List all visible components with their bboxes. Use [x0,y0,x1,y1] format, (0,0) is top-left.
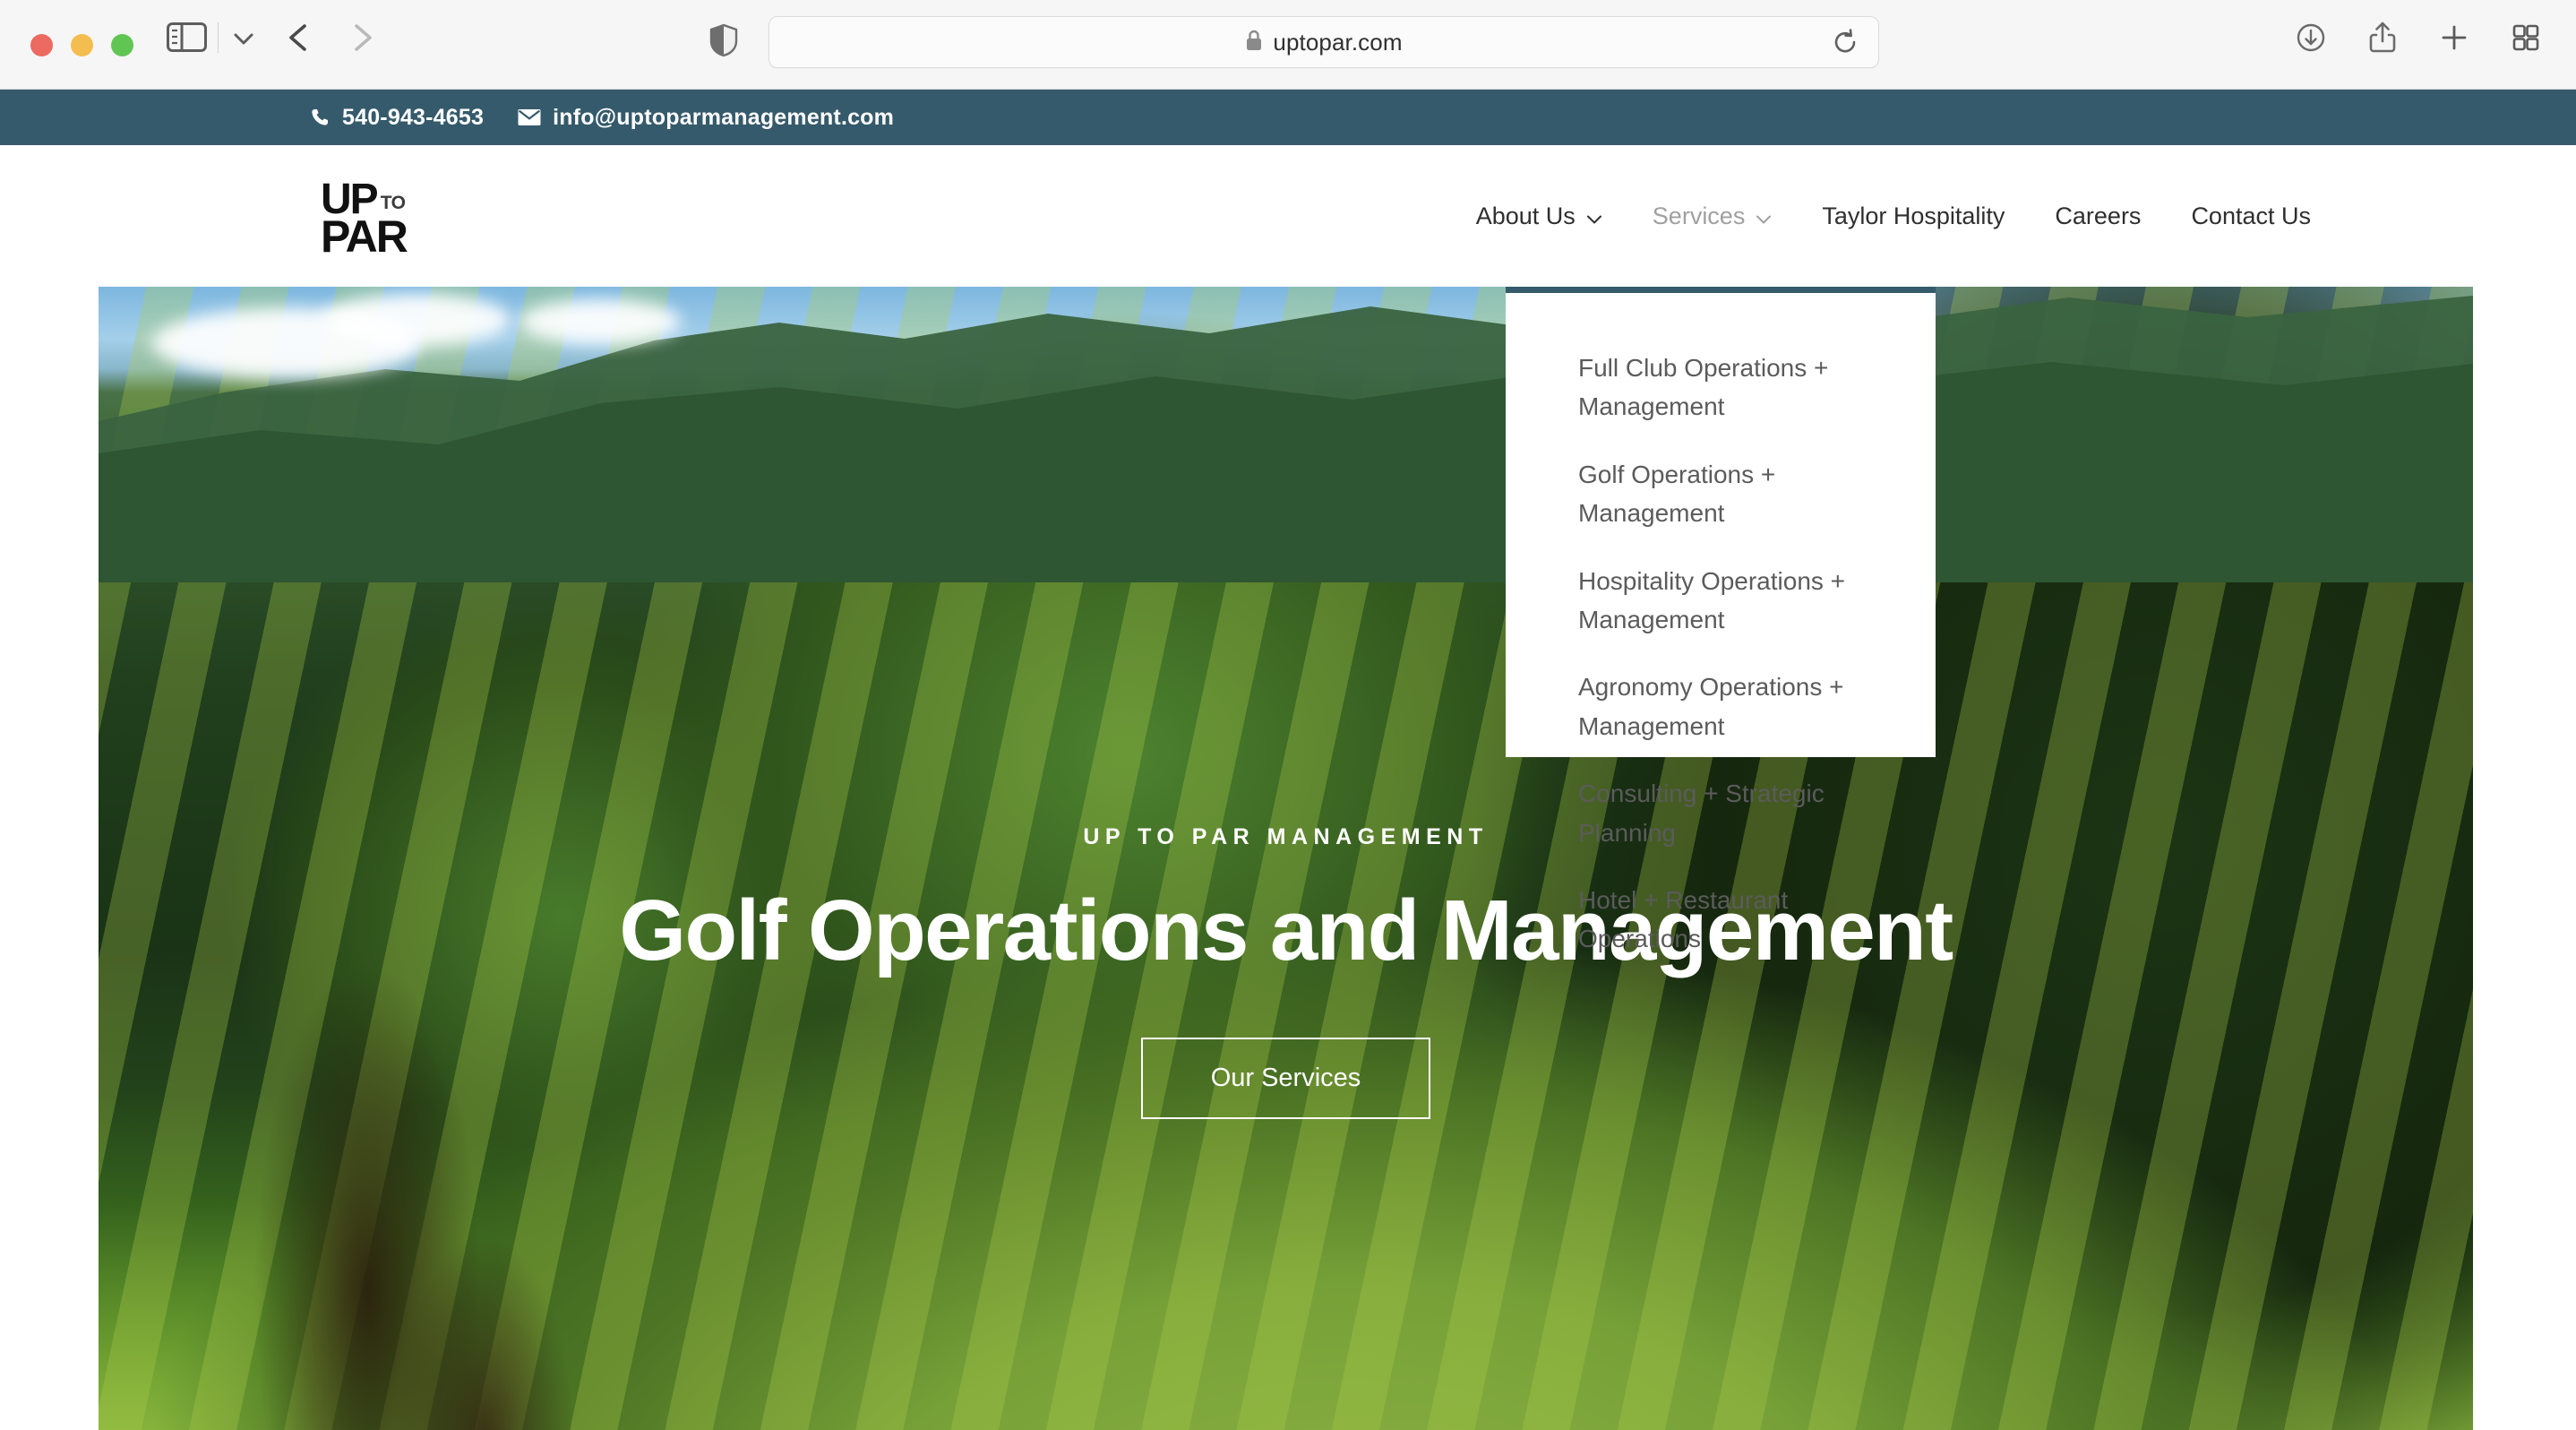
chevron-down-icon [1756,203,1772,231]
web-page: 540-943-4653 info@uptoparmanagement.com … [0,90,2576,1430]
email-link[interactable]: info@uptoparmanagement.com [518,105,894,131]
minimize-window-button[interactable] [71,34,93,56]
contact-topbar-inner: 540-943-4653 info@uptoparmanagement.com [309,105,894,131]
sidebar-toggle-icon[interactable] [167,22,207,52]
our-services-button[interactable]: Our Services [1140,1037,1431,1119]
contact-topbar: 540-943-4653 info@uptoparmanagement.com [0,90,2576,145]
dropdown-item-hospitality-operations[interactable]: Hospitality Operations + Management [1578,562,1874,640]
hero-eyebrow: UP TO PAR MANAGEMENT [1083,824,1489,849]
site-logo[interactable]: UP TO PAR [321,177,426,259]
mail-icon [518,108,541,126]
nav-item-taylor-hospitality[interactable]: Taylor Hospitality [1797,190,2030,243]
tab-overview-icon[interactable] [2508,20,2544,56]
phone-number: 540-943-4653 [342,104,485,130]
privacy-shield-icon[interactable] [708,22,740,58]
nav-item-about-us[interactable]: About Us [1451,188,1627,244]
nav-item-careers[interactable]: Careers [2030,190,2166,243]
phone-icon [309,107,331,128]
services-dropdown-menu: Full Club Operations + Management Golf O… [1506,287,1936,952]
address-bar[interactable]: uptopar.com [769,16,1879,68]
url-text: uptopar.com [1273,28,1403,56]
phone-link[interactable]: 540-943-4653 [309,105,484,131]
dropdown-item-consulting-strategic-planning[interactable]: Consulting + Strategic Planning [1578,774,1874,852]
window-controls [30,34,133,56]
nav-label-services: Services [1652,202,1746,229]
site-header: UP TO PAR About Us Services Taylor Hospi… [0,145,2576,287]
dropdown-item-full-club-operations[interactable]: Full Club Operations + Management [1578,349,1874,426]
maximize-window-button[interactable] [111,34,133,56]
hero-content: UP TO PAR MANAGEMENT Golf Operations and… [99,824,2473,1119]
dropdown-item-golf-operations[interactable]: Golf Operations + Management [1578,455,1874,533]
logo-text-par: PAR [321,211,408,263]
close-window-button[interactable] [30,34,53,56]
nav-label-about-us: About Us [1475,202,1576,229]
address-bar-content: uptopar.com [1245,29,1402,56]
chrome-divider [218,22,219,53]
cloud-graphic [519,299,681,344]
email-address: info@uptoparmanagement.com [553,104,895,130]
browser-toolbar-right [2293,20,2544,56]
hero-section: UP TO PAR MANAGEMENT Golf Operations and… [99,287,2473,1430]
dropdown-item-hotel-restaurant-operations[interactable]: Hotel + Restaurant Operations [1578,881,1874,959]
nav-item-contact-us[interactable]: Contact Us [2166,190,2336,243]
nav-label-careers: Careers [2055,202,2142,229]
back-arrow-icon[interactable] [282,20,316,56]
cloud-graphic [322,294,511,346]
nav-item-services[interactable]: Services [1627,188,1798,244]
dropdown-item-agronomy-operations[interactable]: Agronomy Operations + Management [1578,668,1874,745]
downloads-icon[interactable] [2293,20,2329,56]
hero-title: Golf Operations and Management [619,883,1953,978]
nav-label-contact-us: Contact Us [2191,202,2311,229]
nav-label-taylor-hospitality: Taylor Hospitality [1822,202,2005,229]
main-navigation: About Us Services Taylor Hospitality Car… [1451,188,2336,244]
reload-icon[interactable] [1832,29,1859,56]
forward-arrow-icon[interactable] [345,20,379,56]
chevron-down-icon [1586,203,1602,231]
plus-icon[interactable] [2436,20,2472,56]
browser-chrome: uptopar.com [0,0,2576,90]
share-icon[interactable] [2365,20,2400,56]
chevron-down-icon[interactable] [228,25,259,52]
lock-icon [1245,29,1263,56]
